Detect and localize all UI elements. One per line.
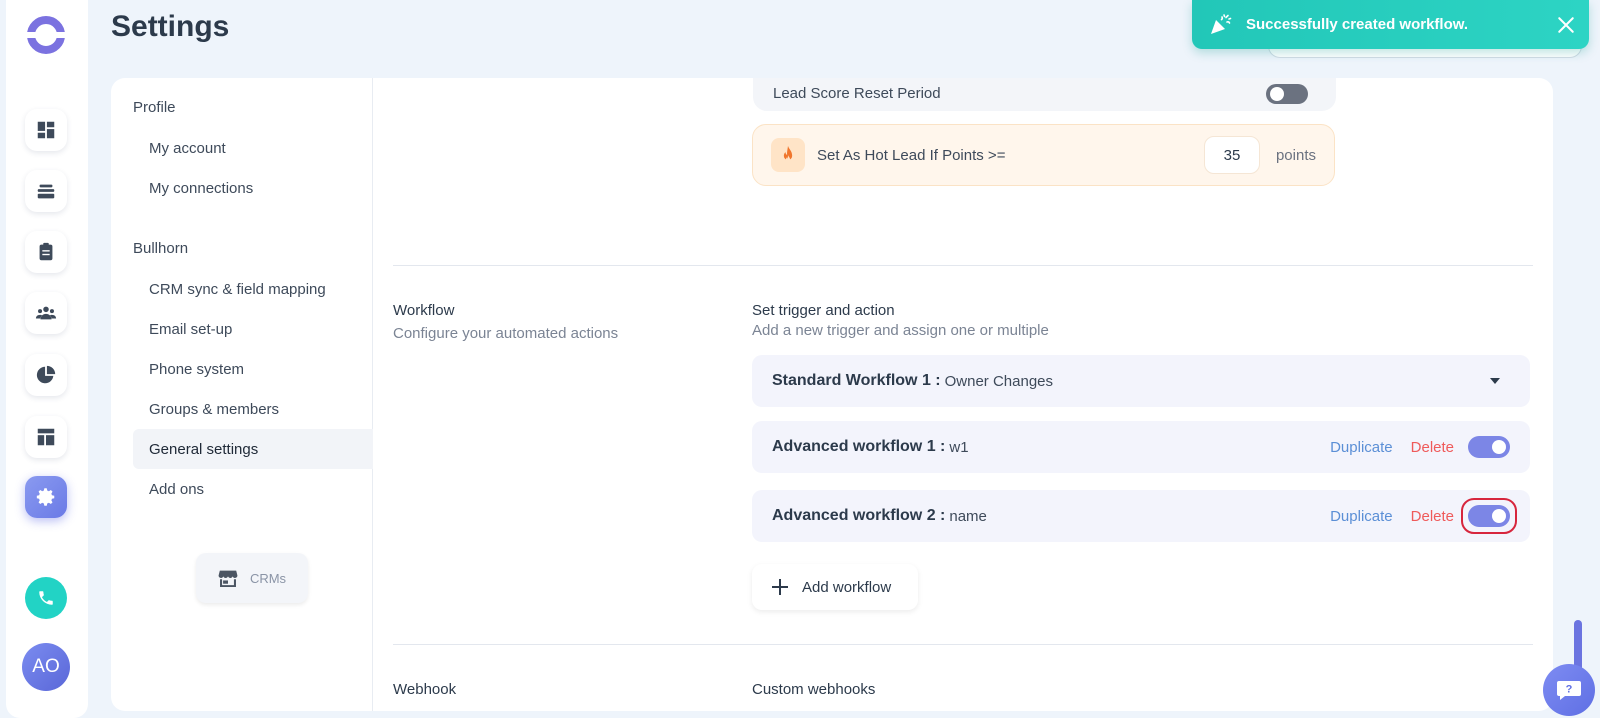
duplicate-workflow-button[interactable]: Duplicate xyxy=(1330,508,1393,525)
workflow-group-subtitle: Add a new trigger and assign one or mult… xyxy=(752,322,1049,339)
hot-lead-points-unit: points xyxy=(1275,146,1316,164)
hot-lead-points-input[interactable] xyxy=(1203,136,1260,174)
phone-icon xyxy=(39,591,53,605)
gear-icon xyxy=(36,488,55,506)
page-title: Settings xyxy=(111,10,230,43)
pie-chart-icon xyxy=(36,365,56,384)
workflow-section-subtitle: Configure your automated actions xyxy=(393,325,619,342)
nav-section-bullhorn: Bullhorn xyxy=(133,240,189,257)
section-divider xyxy=(393,265,1533,266)
app-rail: AO xyxy=(6,0,88,718)
add-workflow-label: Add workflow xyxy=(802,578,892,596)
success-toast: Successfully created workflow. xyxy=(1192,0,1589,49)
help-chat-button[interactable]: ? xyxy=(1543,664,1595,716)
section-divider xyxy=(393,644,1533,645)
webhook-section-title: Webhook xyxy=(393,681,457,698)
toast-message: Successfully created workflow. xyxy=(1246,16,1469,33)
highlighted-toggle-outline xyxy=(1461,498,1517,534)
nav-section-profile: Profile xyxy=(133,99,176,116)
advanced-workflow-value: name xyxy=(949,507,987,525)
nav-item-phone-system[interactable]: Phone system xyxy=(133,349,373,389)
lead-score-reset-label: Lead Score Reset Period xyxy=(773,85,941,102)
rail-inbox-button[interactable] xyxy=(25,170,67,212)
duplicate-workflow-button[interactable]: Duplicate xyxy=(1330,439,1393,456)
settings-card: Profile My account My connections Bullho… xyxy=(111,78,1553,711)
hot-lead-label: Set As Hot Lead If Points >= xyxy=(817,146,1006,164)
workflow-section-title: Workflow xyxy=(393,302,455,319)
fire-icon-box xyxy=(771,138,805,172)
nav-item-my-connections[interactable]: My connections xyxy=(133,168,373,208)
add-workflow-button[interactable]: Add workflow xyxy=(752,564,918,610)
lead-score-reset-row: Lead Score Reset Period xyxy=(753,78,1336,111)
delete-workflow-button[interactable]: Delete xyxy=(1411,439,1454,456)
party-popper-icon xyxy=(1211,13,1232,34)
chevron-down-icon xyxy=(1490,378,1500,384)
nav-item-add-ons[interactable]: Add ons xyxy=(133,469,373,509)
advanced-workflow-row[interactable]: Advanced workflow 1 : w1 Duplicate Delet… xyxy=(752,421,1530,473)
plus-icon xyxy=(772,579,788,595)
nav-item-email-setup[interactable]: Email set-up xyxy=(133,309,373,349)
user-initials: AO xyxy=(32,656,60,677)
svg-text:?: ? xyxy=(1566,684,1573,696)
crms-button-label: CRMs xyxy=(249,570,287,586)
clipboard-icon xyxy=(39,242,53,261)
nav-item-my-account[interactable]: My account xyxy=(133,128,373,168)
settings-nav: Profile My account My connections Bullho… xyxy=(111,78,373,711)
nav-item-crm-sync[interactable]: CRM sync & field mapping xyxy=(133,269,373,309)
rail-templates-button[interactable] xyxy=(25,416,67,458)
webhook-group-title: Custom webhooks xyxy=(752,681,876,698)
rail-phone-button[interactable] xyxy=(25,577,67,619)
rail-dashboard-button[interactable] xyxy=(25,109,67,151)
standard-workflow-dropdown[interactable]: Standard Workflow 1 : Owner Changes xyxy=(752,355,1530,407)
layout-icon xyxy=(37,428,55,446)
close-icon[interactable] xyxy=(1557,16,1575,34)
user-avatar[interactable]: AO xyxy=(22,643,70,691)
rail-settings-button[interactable] xyxy=(25,476,67,518)
advanced-workflow-name: Advanced workflow 2 : xyxy=(772,507,946,524)
settings-content: Lead Score Reset Period Set As Hot Lead … xyxy=(393,78,1533,711)
workflow-enabled-toggle[interactable] xyxy=(1468,436,1510,458)
help-chat-icon: ? xyxy=(1557,681,1581,700)
workflow-enabled-toggle[interactable] xyxy=(1468,505,1510,527)
app-logo-icon[interactable] xyxy=(26,15,66,55)
rail-tasks-button[interactable] xyxy=(25,231,67,273)
team-icon xyxy=(35,306,57,320)
advanced-workflow-value: w1 xyxy=(949,438,969,456)
dashboard-icon xyxy=(37,121,55,139)
advanced-workflow-name: Advanced workflow 1 : xyxy=(772,438,946,455)
standard-workflow-name: Standard Workflow 1 : xyxy=(772,372,941,389)
delete-workflow-button[interactable]: Delete xyxy=(1411,508,1454,525)
lead-score-reset-toggle[interactable] xyxy=(1266,83,1308,104)
rail-reports-button[interactable] xyxy=(25,354,67,396)
hot-lead-row: Set As Hot Lead If Points >= points xyxy=(752,124,1335,186)
standard-workflow-value: Owner Changes xyxy=(944,372,1054,390)
rail-contacts-button[interactable] xyxy=(25,292,67,334)
store-icon xyxy=(218,570,238,587)
nav-item-general-settings[interactable]: General settings xyxy=(133,429,373,469)
advanced-workflow-row[interactable]: Advanced workflow 2 : name Duplicate Del… xyxy=(752,490,1530,542)
fire-icon xyxy=(783,145,793,162)
nav-item-groups-members[interactable]: Groups & members xyxy=(133,389,373,429)
inbox-stack-icon xyxy=(37,184,55,199)
crms-button[interactable]: CRMs xyxy=(196,553,308,603)
workflow-group-title: Set trigger and action xyxy=(752,302,895,319)
